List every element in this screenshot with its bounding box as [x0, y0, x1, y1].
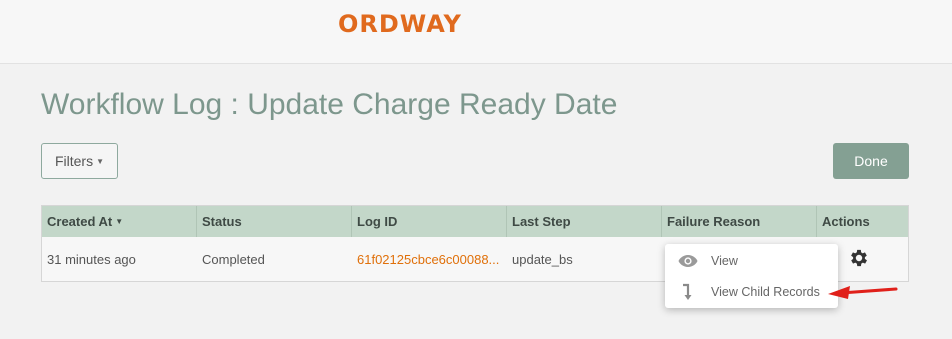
annotation-arrow [828, 286, 898, 299]
cell-last-step: update_bs [512, 251, 573, 267]
menu-item-label: View [711, 254, 738, 268]
column-header-label: Created At [47, 214, 113, 229]
done-button[interactable]: Done [833, 143, 909, 179]
child-arrow-icon [665, 283, 711, 301]
caret-down-icon: ▼ [96, 156, 105, 166]
column-header-actions: Actions [822, 214, 870, 229]
sort-desc-icon: ▼ [115, 217, 124, 226]
menu-item-label: View Child Records [711, 285, 820, 299]
menu-item-view-child-records[interactable]: View Child Records [665, 277, 838, 307]
column-header-failure-reason[interactable]: Failure Reason [662, 206, 817, 237]
gear-icon[interactable] [848, 247, 870, 269]
column-header-status[interactable]: Status [197, 206, 352, 237]
top-bar: ORDWAY [0, 0, 952, 64]
cell-status: Completed [202, 251, 265, 267]
column-header-created-at[interactable]: Created At ▼ [42, 206, 197, 237]
cell-created-at: 31 minutes ago [47, 251, 136, 267]
eye-icon [665, 254, 711, 268]
page-title: Workflow Log : Update Charge Ready Date [41, 88, 618, 121]
ordway-logo[interactable]: ORDWAY [338, 10, 462, 38]
column-header-log-id[interactable]: Log ID [352, 206, 507, 237]
menu-item-view[interactable]: View [665, 246, 838, 276]
actions-dropdown-menu: View View Child Records [665, 244, 838, 308]
filters-label: Filters [54, 153, 94, 169]
log-id-link[interactable]: 61f02125cbce6c00088... [352, 237, 507, 281]
table-header: Created At ▼ Status Log ID Last Step Fai… [42, 206, 908, 237]
column-header-last-step[interactable]: Last Step [507, 206, 662, 237]
filters-button[interactable]: Filters ▼ [41, 143, 118, 179]
